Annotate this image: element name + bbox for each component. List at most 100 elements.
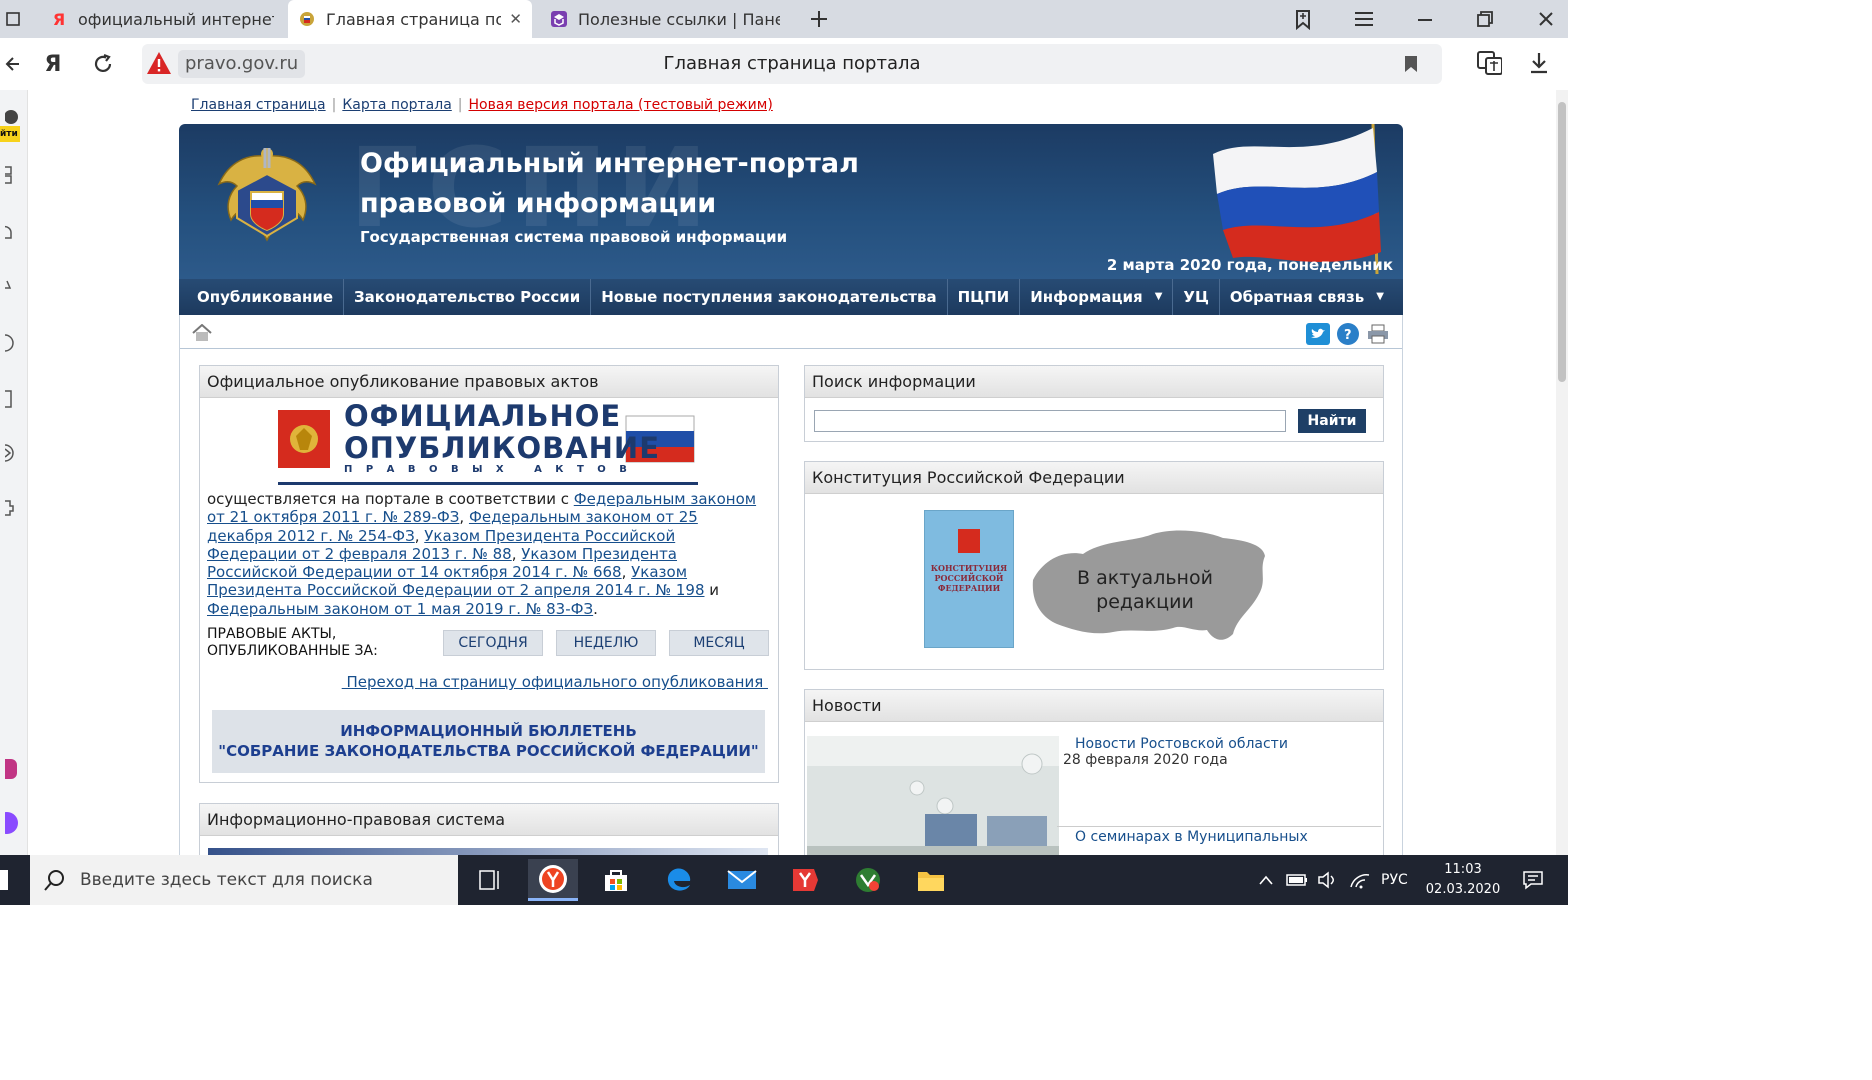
link-new-version[interactable]: Новая версия портала (тестовый режим) [469, 97, 773, 113]
login-badge[interactable]: йти [0, 126, 20, 142]
grid-apps-icon[interactable] [0, 162, 26, 188]
link-site-map[interactable]: Карта портала [342, 97, 451, 113]
taskbar-search-placeholder: Введите здесь текст для поиска [80, 870, 373, 890]
twitter-icon[interactable] [1306, 323, 1330, 345]
start-windows-icon[interactable] [0, 870, 8, 890]
constitution-panel: Конституция Российской Федерации КОНСТИТ… [804, 461, 1384, 670]
page-tools: ? [1306, 323, 1390, 345]
page-scrollbar[interactable] [1556, 90, 1568, 855]
extension-icon[interactable] [0, 494, 26, 520]
nav-information[interactable]: Информация ▼ [1020, 279, 1174, 315]
ips-banner-image[interactable] [208, 848, 768, 855]
windows-taskbar: Введите здесь текст для поиска РУС 11:03… [0, 855, 1568, 905]
browser-sidebar: йти [0, 90, 28, 855]
acts-month-button[interactable]: МЕСЯЦ [669, 630, 769, 656]
news-item[interactable]: Новости Ростовской области 28 февраля 20… [1057, 736, 1381, 768]
chevron-down-icon: ▼ [1376, 291, 1384, 302]
chevron-down-icon: ▼ [1154, 291, 1163, 302]
banner-subtitle: Государственная система правовой информа… [360, 228, 788, 246]
top-links: Главная страница | Карта портала | Новая вер… [191, 97, 773, 113]
help-icon[interactable]: ? [1337, 323, 1359, 345]
menu-hamburger-icon[interactable] [1351, 6, 1377, 32]
news-photo[interactable] [807, 736, 1059, 855]
close-tab-icon[interactable]: ✕ [509, 10, 522, 28]
tab-main-page[interactable]: Главная страница порта ✕ [288, 0, 532, 38]
sidebar-toggle-icon[interactable] [0, 6, 26, 32]
tab-useful-links[interactable]: Полезные ссылки | Панель [540, 0, 790, 38]
task-view-icon[interactable] [465, 859, 515, 901]
notifications-icon[interactable] [1522, 855, 1544, 905]
back-arrow-icon[interactable] [0, 51, 26, 77]
nav-publication[interactable]: Опубликование [187, 279, 345, 315]
yandex-browser-taskbar-icon[interactable] [528, 859, 578, 901]
file-explorer-icon[interactable] [906, 859, 956, 901]
nav-legislation[interactable]: Законодательство России [344, 279, 592, 315]
nav-uc[interactable]: УЦ [1173, 279, 1220, 315]
scrollbar-thumb[interactable] [1558, 102, 1566, 382]
emblem-icon [298, 10, 316, 28]
acts-label: ПРАВОВЫЕ АКТЫ, ОПУБЛИКОВАННЫЕ ЗА: [207, 626, 378, 659]
acts-today-button[interactable]: СЕГОДНЯ [443, 630, 543, 656]
main-nav: Опубликование Законодательство России Но… [179, 279, 1403, 315]
star-icon[interactable] [0, 276, 26, 302]
yandex-app-icon[interactable] [780, 859, 830, 901]
russian-flag-image [1213, 124, 1381, 274]
home-icon[interactable] [192, 324, 212, 342]
link-main-page[interactable]: Главная страница [191, 97, 326, 113]
messenger-icon[interactable] [0, 810, 26, 836]
bell-icon[interactable] [0, 220, 26, 246]
tab-official-portal-search[interactable]: Я официальный интернет -п [40, 0, 284, 38]
search-button[interactable]: Найти [1298, 409, 1366, 433]
acts-week-button[interactable]: НЕДЕЛЮ [556, 630, 656, 656]
store-icon[interactable] [591, 859, 641, 901]
nav-pcpi[interactable]: ПЦПИ [948, 279, 1021, 315]
link-official-publication-page[interactable]: Переход на страницу официального опублик… [342, 673, 768, 691]
restore-window-icon[interactable] [1472, 6, 1498, 32]
taskbar-search[interactable]: Введите здесь текст для поиска [30, 855, 458, 905]
play-icon[interactable] [0, 440, 26, 466]
link-law-83[interactable]: Федеральным законом от 1 мая 2019 г. № 8… [207, 600, 593, 618]
news-panel: Новости Новости Ростовской области 28 фе… [804, 689, 1384, 855]
bookmark-icon[interactable] [1404, 55, 1418, 77]
yandex-home-button[interactable]: Я [40, 51, 66, 77]
reload-icon[interactable] [90, 51, 116, 77]
history-icon[interactable] [0, 330, 26, 356]
bulletin-banner[interactable]: ИНФОРМАЦИОННЫЙ БЮЛЛЕТЕНЬ "СОБРАНИЕ ЗАКОН… [212, 710, 765, 773]
clock-time: 11:03 [1444, 862, 1482, 877]
url-field[interactable]: pravo.gov.ru Главная страница портала [142, 44, 1442, 84]
instagram-icon[interactable] [0, 756, 26, 782]
taskbar-clock[interactable]: 11:03 02.03.2020 [1418, 860, 1508, 900]
nav-feedback[interactable]: Обратная связь ▼ [1220, 279, 1394, 315]
cheat-app-icon[interactable] [843, 859, 893, 901]
note-icon[interactable] [0, 386, 26, 412]
battery-icon[interactable] [1286, 855, 1308, 905]
search-input[interactable] [814, 410, 1286, 432]
tray-chevron-up-icon[interactable] [1258, 855, 1274, 905]
download-icon[interactable] [1526, 50, 1552, 76]
close-window-icon[interactable] [1533, 6, 1559, 32]
constitution-book-image[interactable]: КОНСТИТУЦИЯ РОССИЙСКОЙ ФЕДЕРАЦИИ [924, 510, 1014, 648]
breadcrumb-bar: ? [180, 315, 1402, 349]
print-icon[interactable] [1366, 323, 1390, 345]
volume-icon[interactable] [1317, 855, 1339, 905]
bookmarks-collections-icon[interactable] [1290, 6, 1316, 32]
ips-panel: Информационно-правовая система [199, 803, 779, 855]
translate-icon[interactable] [1476, 50, 1502, 76]
logo-line3: П Р А В О В Ы Х А К Т О В [344, 464, 632, 475]
language-indicator[interactable]: РУС [1381, 855, 1408, 905]
wifi-icon[interactable] [1349, 855, 1371, 905]
news-item[interactable]: О семинарах в Муниципальных [1057, 826, 1381, 845]
panel-icon [550, 10, 568, 28]
yandex-icon: Я [52, 9, 66, 29]
new-tab-plus-icon[interactable] [806, 6, 832, 32]
constitution-panel-header: Конституция Российской Федерации [805, 462, 1383, 494]
edge-icon[interactable] [654, 859, 704, 901]
logo-line1: ОФИЦИАЛЬНОЕ [344, 399, 622, 433]
news-list: Новости Ростовской области 28 февраля 20… [1057, 736, 1381, 845]
content-frame: ? Официальное опубликование правовых акт… [179, 315, 1403, 855]
mail-icon[interactable] [717, 859, 767, 901]
minimize-window-icon[interactable] [1412, 6, 1438, 32]
clock-date: 02.03.2020 [1425, 882, 1501, 897]
banner-date: 2 марта 2020 года, понедельник [1106, 256, 1393, 274]
nav-new-legislation[interactable]: Новые поступления законодательства [591, 279, 948, 315]
